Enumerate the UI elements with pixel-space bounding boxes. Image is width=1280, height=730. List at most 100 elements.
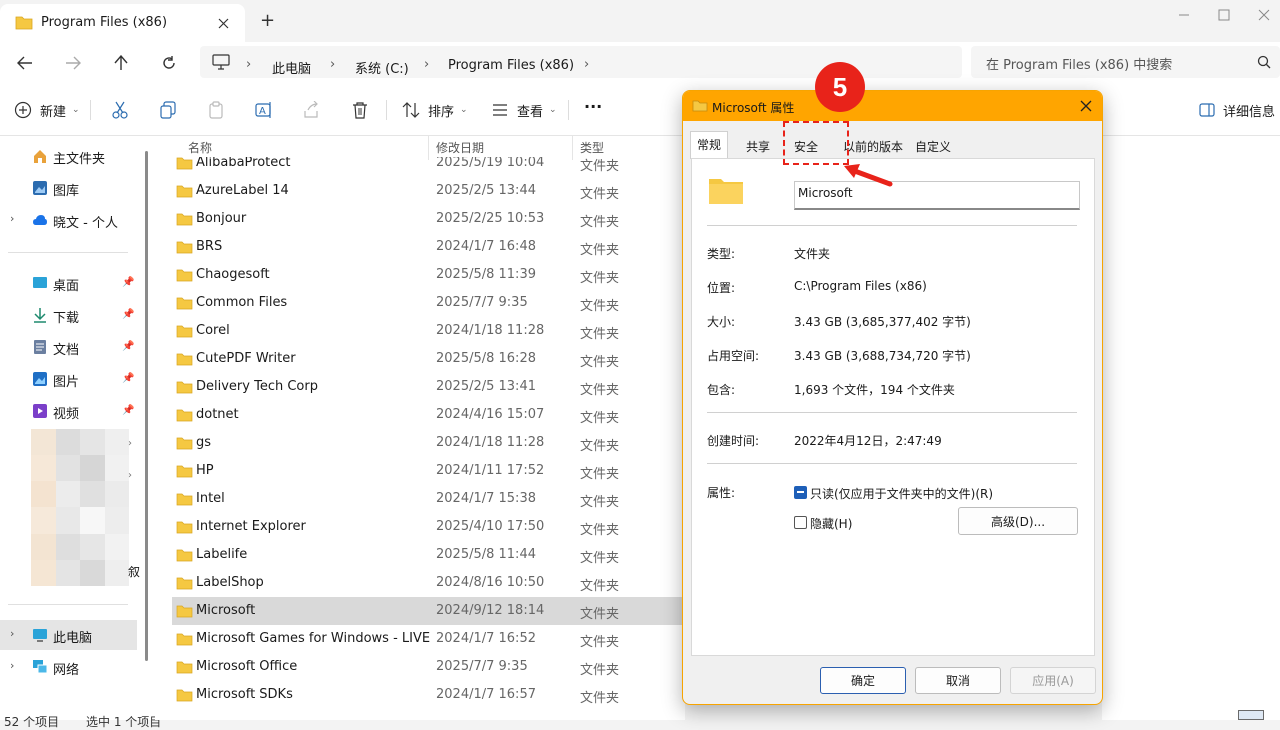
table-row[interactable]: Delivery Tech Corp 2025/2/5 13:41 文件夹 [172, 373, 685, 401]
file-date: 2024/1/7 16:52 [436, 631, 536, 646]
refresh-button[interactable] [154, 48, 184, 78]
folder-icon [176, 325, 193, 338]
forward-button[interactable] [58, 48, 88, 78]
readonly-checkbox[interactable] [794, 486, 807, 499]
hidden-label[interactable]: 隐藏(H) [810, 515, 852, 532]
table-row[interactable]: AzureLabel 14 2025/2/5 13:44 文件夹 [172, 177, 685, 205]
table-row[interactable]: LabelShop 2024/8/16 10:50 文件夹 [172, 569, 685, 597]
up-button[interactable] [106, 48, 136, 78]
file-date: 2024/1/18 11:28 [436, 323, 545, 338]
table-row[interactable]: Bonjour 2025/2/25 10:53 文件夹 [172, 205, 685, 233]
pin-icon[interactable]: 📌 [122, 277, 134, 288]
close-tab-icon[interactable] [218, 18, 229, 29]
file-name: Common Files [196, 295, 288, 310]
table-row[interactable]: HP 2024/1/11 17:52 文件夹 [172, 457, 685, 485]
pin-icon[interactable]: 📌 [122, 309, 134, 320]
table-row[interactable]: Microsoft 2024/9/12 18:14 文件夹 [172, 597, 685, 625]
folder-icon [176, 549, 193, 562]
table-row[interactable]: Labelife 2025/5/8 11:44 文件夹 [172, 541, 685, 569]
table-row[interactable]: Chaogesoft 2025/5/8 11:39 文件夹 [172, 261, 685, 289]
sort-label: 排序 [428, 104, 455, 120]
tab-customize[interactable]: 自定义 [909, 134, 957, 158]
share-icon [304, 101, 318, 118]
nav-scrollbar[interactable] [145, 151, 148, 661]
tab-general[interactable]: 常规 [690, 131, 729, 159]
table-row[interactable]: Microsoft Office 2025/7/7 9:35 文件夹 [172, 653, 685, 681]
table-row[interactable]: Corel 2024/1/18 11:28 文件夹 [172, 317, 685, 345]
pin-icon[interactable]: 📌 [122, 405, 134, 416]
column-header-name[interactable]: 名称 [188, 139, 212, 156]
table-row[interactable]: BRS 2024/1/7 16:48 文件夹 [172, 233, 685, 261]
new-tab-button[interactable]: + [260, 10, 275, 31]
readonly-label[interactable]: 只读(仅应用于文件夹中的文件)(R) [810, 485, 993, 502]
table-row[interactable]: Intel 2024/1/7 15:38 文件夹 [172, 485, 685, 513]
annotation-highlight-box [783, 121, 849, 165]
column-divider[interactable] [428, 136, 429, 160]
hidden-checkbox[interactable] [794, 516, 807, 529]
column-header-date[interactable]: 修改日期 [436, 139, 484, 156]
search-box[interactable]: 在 Program Files (x86) 中搜索 [971, 46, 1280, 78]
table-row[interactable]: Internet Explorer 2025/4/10 17:50 文件夹 [172, 513, 685, 541]
copy-button[interactable] [159, 98, 177, 122]
copy-icon [160, 101, 176, 119]
close-icon[interactable] [1080, 100, 1092, 112]
table-row[interactable]: Common Files 2025/7/7 9:35 文件夹 [172, 289, 685, 317]
nav-item-documents[interactable]: 文档 📌 [0, 332, 140, 362]
dialog-title-bar[interactable]: Microsoft 属性 [683, 91, 1102, 121]
details-view-toggle[interactable] [1238, 710, 1264, 720]
folder-name-input[interactable]: Microsoft [794, 181, 1080, 210]
table-row[interactable]: Microsoft SDKs 2024/1/7 16:57 文件夹 [172, 681, 685, 709]
file-type: 文件夹 [580, 327, 620, 342]
more-button[interactable]: ··· [584, 94, 602, 118]
details-button[interactable]: 详细信息 [1199, 98, 1275, 122]
file-date: 2025/5/8 11:39 [436, 267, 536, 282]
nav-item-pictures[interactable]: 图片 📌 [0, 364, 140, 394]
ok-button[interactable]: 确定 [820, 667, 906, 694]
nav-item-videos[interactable]: 视频 📌 [0, 396, 140, 426]
cancel-button[interactable]: 取消 [915, 667, 1001, 694]
blur-suffix: 叙 [128, 565, 141, 579]
file-name: CutePDF Writer [196, 351, 296, 366]
share-button[interactable] [303, 98, 321, 122]
paste-button[interactable] [207, 98, 225, 122]
nav-item-network[interactable]: › 网络 [0, 652, 140, 682]
table-row[interactable]: CutePDF Writer 2025/5/8 16:28 文件夹 [172, 345, 685, 373]
plus-circle-icon [14, 101, 32, 119]
advanced-button[interactable]: 高级(D)... [958, 507, 1078, 535]
nav-item-desktop[interactable]: 桌面 📌 [0, 268, 140, 298]
step-badge: 5 [815, 62, 865, 112]
table-row[interactable]: Microsoft Games for Windows - LIVE 2024/1… [172, 625, 685, 653]
new-button[interactable]: 新建 ⌄ [14, 98, 80, 122]
pin-icon[interactable]: 📌 [122, 373, 134, 384]
file-name: Intel [196, 491, 225, 506]
nav-item-downloads[interactable]: 下载 📌 [0, 300, 140, 330]
breadcrumb-c-drive[interactable]: 系统 (C:) [355, 58, 409, 77]
rename-button[interactable]: A [255, 98, 273, 122]
nav-item-onedrive[interactable]: › 晓文 - 个人 [0, 205, 140, 235]
folder-icon [176, 633, 193, 646]
chevron-right-icon: › [246, 57, 252, 72]
table-row[interactable]: gs 2024/1/18 11:28 文件夹 [172, 429, 685, 457]
cut-button[interactable] [111, 98, 129, 122]
tab-sharing[interactable]: 共享 [740, 134, 776, 158]
column-divider[interactable] [572, 136, 573, 160]
close-icon [1258, 9, 1270, 21]
apply-button[interactable]: 应用(A) [1010, 667, 1096, 694]
nav-item-gallery[interactable]: 图库 [0, 173, 140, 203]
pin-icon[interactable]: 📌 [122, 341, 134, 352]
nav-item-home[interactable]: 主文件夹 [0, 141, 140, 171]
nav-item-this-pc[interactable]: › 此电脑 [0, 620, 137, 650]
delete-button[interactable] [351, 98, 369, 122]
close-window-button[interactable] [1240, 0, 1280, 30]
breadcrumb-this-pc[interactable]: 此电脑 [272, 58, 311, 77]
back-button[interactable] [10, 48, 40, 78]
view-button[interactable]: 查看 ⌄ [491, 98, 557, 122]
breadcrumb-program-files[interactable]: Program Files (x86) [448, 58, 574, 73]
sort-button[interactable]: 排序 ⌄ [402, 98, 468, 122]
divider [90, 100, 91, 120]
table-row[interactable]: dotnet 2024/4/16 15:07 文件夹 [172, 401, 685, 429]
column-header-type[interactable]: 类型 [580, 139, 604, 156]
search-input[interactable]: 在 Program Files (x86) 中搜索 [986, 54, 1172, 73]
file-date: 2025/5/19 10:04 [436, 155, 545, 170]
tab-program-files[interactable]: Program Files (x86) [0, 4, 245, 42]
